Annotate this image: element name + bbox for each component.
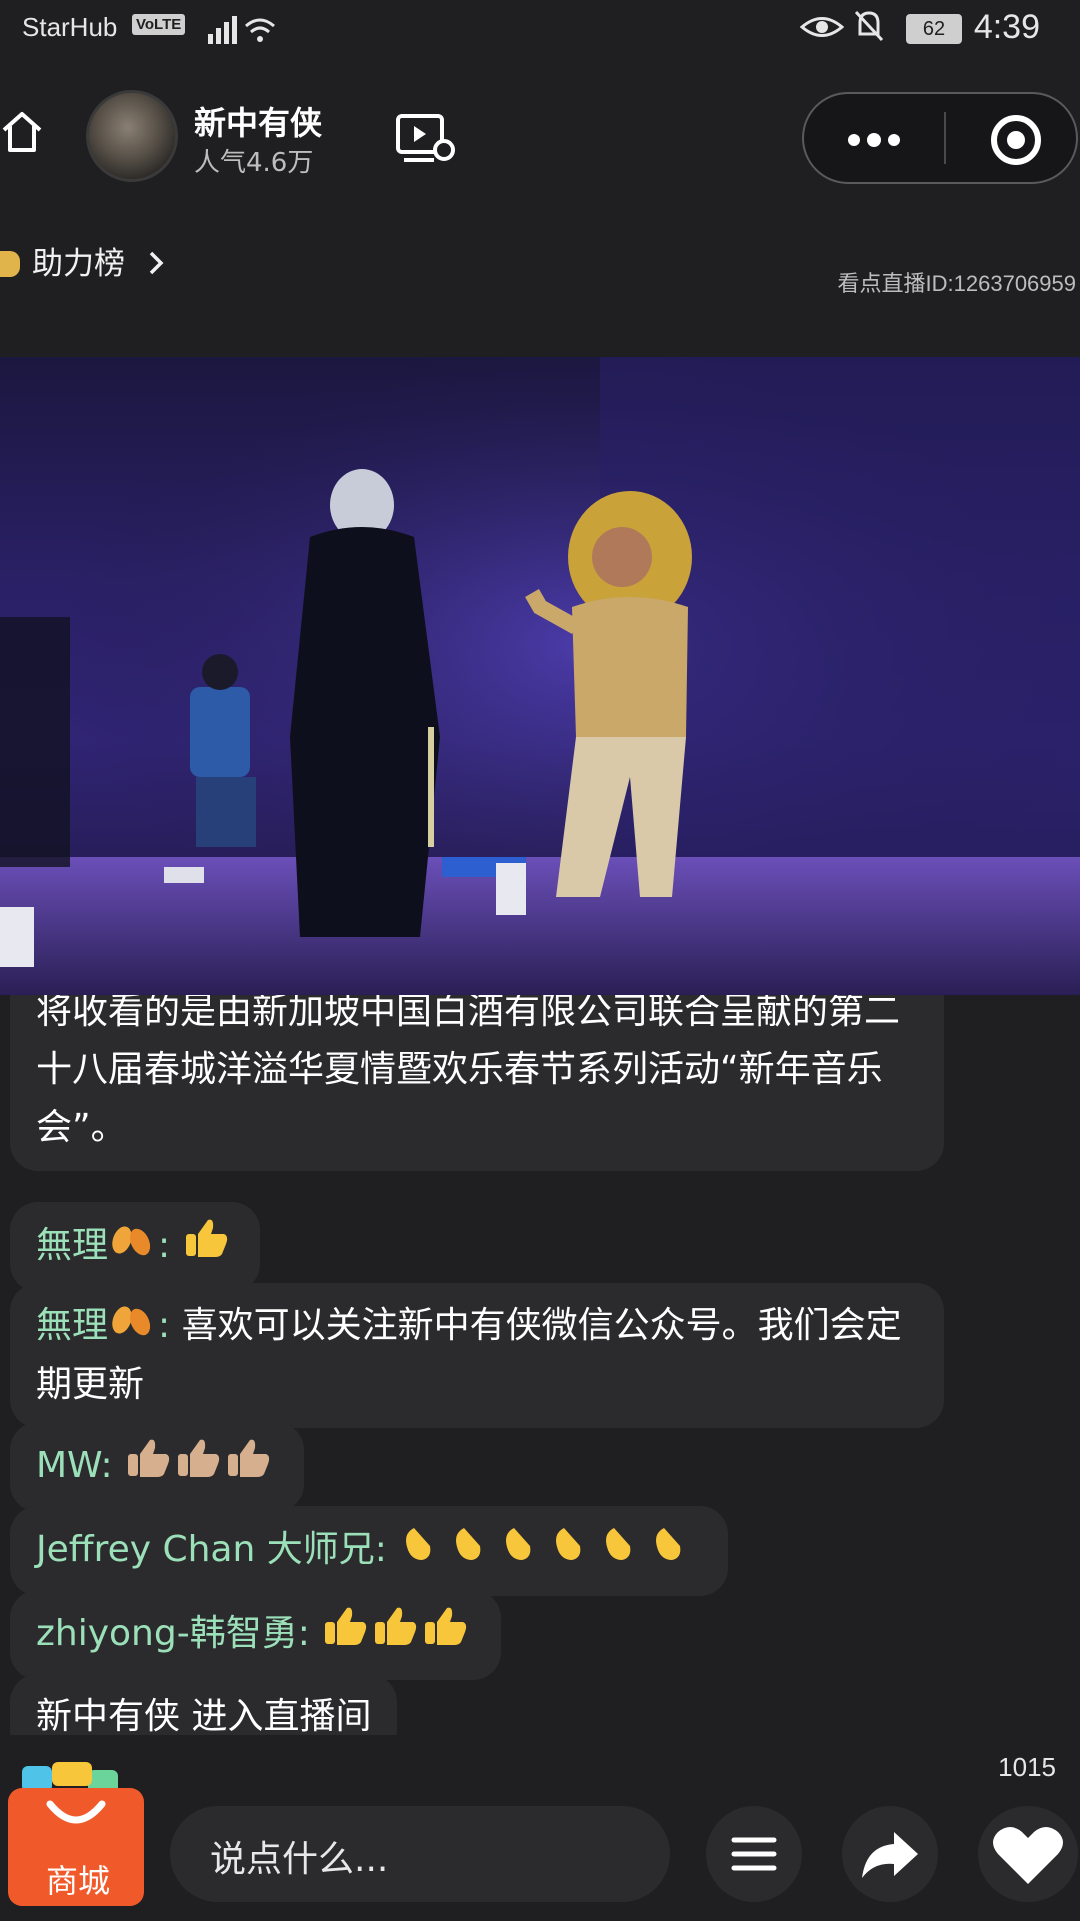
chevron-right-icon [149, 251, 164, 275]
thumbs-up-emoji [124, 1436, 274, 1498]
stage-scene [0, 357, 1080, 995]
mute-bell-icon [854, 10, 884, 42]
chat-separator: : [158, 1305, 182, 1346]
volte-badge: VoLTE [132, 14, 186, 35]
chat-username[interactable]: Jeffrey Chan 大师兄 [36, 1529, 375, 1570]
chat-username[interactable]: zhiyong-韩智勇 [36, 1613, 298, 1654]
chat-message: Jeffrey Chan 大师兄: [10, 1506, 729, 1596]
avatar[interactable] [86, 90, 178, 182]
channel-profile[interactable]: 新中有侠 人气4.6万 [86, 90, 346, 186]
capsule-divider [944, 112, 946, 164]
chat-message: 無理: 喜欢可以关注新中有侠微信公众号。我们会定期更新 [10, 1283, 944, 1428]
signal-wifi-icon [208, 16, 275, 44]
battery-indicator: 62 [906, 14, 962, 44]
clap-emoji [398, 1520, 698, 1582]
carrier-label: StarHub [22, 12, 118, 42]
chat-username[interactable]: MW [36, 1445, 101, 1486]
share-arrow-icon [862, 1832, 918, 1878]
target-icon[interactable] [988, 112, 1044, 168]
heart-icon [993, 1827, 1063, 1884]
more-dots-icon[interactable] [844, 122, 904, 158]
shop-button[interactable]: 商城 [8, 1756, 144, 1906]
status-bar: StarHub VoLTE 62 4:39 [0, 0, 1080, 56]
popularity-count: 人气4.6万 [194, 148, 314, 178]
channel-name: 新中有侠 [194, 104, 323, 142]
home-icon[interactable] [0, 108, 44, 156]
chat-message: 新中有侠 进入直播间 [10, 1674, 398, 1735]
chat-text: 将收看的是由新加坡中国白酒有限公司联合呈献的第二十八届春城洋溢华夏情暨欢乐春节系… [36, 995, 901, 1148]
like-count: 1015 [998, 1752, 1056, 1782]
thumbs-up-emoji [182, 1216, 230, 1278]
performer-robe [290, 527, 440, 937]
chat-username[interactable]: 無理 [36, 1225, 108, 1266]
chat-message: zhiyong-韩智勇: [10, 1590, 502, 1680]
share-button[interactable] [842, 1806, 938, 1902]
eye-icon [800, 17, 844, 37]
comment-placeholder: 说点什么... [210, 1839, 389, 1880]
live-id: 看点直播ID:1263706959 [837, 271, 1076, 296]
chat-separator: : [158, 1225, 182, 1266]
boost-label: 助力榜 [32, 246, 125, 282]
miniapp-capsule [802, 92, 1078, 184]
chat-text: 新中有侠 进入直播间 [36, 1696, 372, 1735]
boost-ranking-link[interactable]: 助力榜 [0, 238, 167, 283]
like-button[interactable] [978, 1806, 1078, 1902]
leaf-emoji [108, 1218, 154, 1276]
chat-feed[interactable]: 将收看的是由新加坡中国白酒有限公司联合呈献的第二十八届春城洋溢华夏情暨欢乐春节系… [0, 995, 1080, 1735]
chat-message: MW: [10, 1422, 305, 1512]
menu-icon [731, 1837, 777, 1871]
musician-figure [190, 687, 250, 777]
live-video-player[interactable] [0, 357, 1080, 995]
chat-message: 将收看的是由新加坡中国白酒有限公司联合呈献的第二十八届春城洋溢华夏情暨欢乐春节系… [10, 995, 944, 1171]
chat-separator: : [297, 1613, 322, 1654]
shop-label: 商城 [46, 1862, 111, 1900]
chat-username[interactable]: 無理 [36, 1305, 108, 1346]
medal-icon [0, 251, 20, 277]
clock: 4:39 [973, 8, 1040, 46]
replay-icon[interactable] [394, 110, 458, 170]
leaf-emoji [108, 1298, 154, 1356]
menu-button[interactable] [706, 1806, 802, 1902]
comment-input[interactable]: 说点什么... [170, 1806, 670, 1902]
chat-message: 無理: [10, 1202, 260, 1292]
thumbs-up-emoji [321, 1604, 471, 1666]
chat-separator: : [374, 1529, 399, 1570]
chat-separator: : [100, 1445, 125, 1486]
